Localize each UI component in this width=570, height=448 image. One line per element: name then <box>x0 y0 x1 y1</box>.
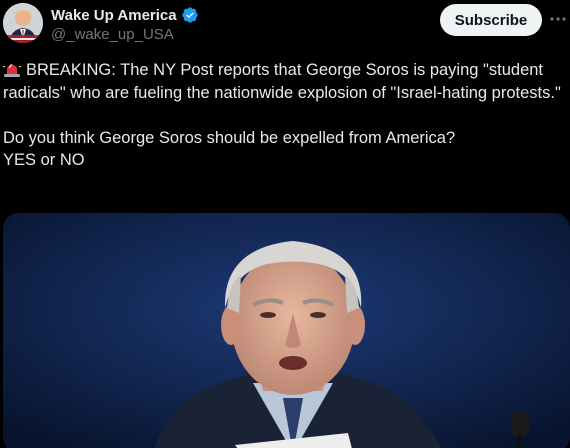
more-horizontal-icon <box>550 17 566 21</box>
account-handle[interactable]: @_wake_up_USA <box>51 26 174 43</box>
tweet-text: BREAKING: The NY Post reports that Georg… <box>3 59 567 172</box>
subscribe-button[interactable]: Subscribe <box>440 4 542 36</box>
verified-badge-icon <box>181 7 198 23</box>
tweet-post: Wake Up America @_wake_up_USA Subscribe … <box>0 0 570 448</box>
account-avatar[interactable] <box>3 3 43 43</box>
tweet-breaking-text: BREAKING: The NY Post reports that Georg… <box>3 61 561 102</box>
more-options-button[interactable] <box>548 8 568 30</box>
rotating-light-emoji <box>3 63 21 77</box>
tweet-answer-options: YES or NO <box>3 151 85 169</box>
name-row: Wake Up America <box>51 4 199 26</box>
tweet-paragraph-breaking: BREAKING: The NY Post reports that Georg… <box>3 59 567 104</box>
avatar-image <box>3 3 43 43</box>
display-name[interactable]: Wake Up America <box>51 7 177 24</box>
george-soros-photo <box>3 213 570 448</box>
tweet-question: Do you think George Soros should be expe… <box>3 128 456 147</box>
tweet-media-photo[interactable] <box>3 213 570 448</box>
